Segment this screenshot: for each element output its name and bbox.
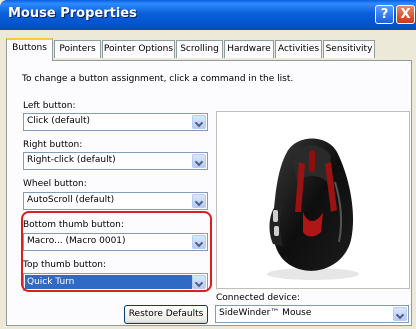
tab-scrolling-label: Scrolling bbox=[180, 44, 219, 54]
tab-sensitivity[interactable]: Sensitivity bbox=[323, 40, 375, 58]
tab-buttons[interactable]: Buttons bbox=[6, 38, 53, 61]
tab-hardware-label: Hardware bbox=[227, 44, 271, 54]
chevron-down-icon[interactable] bbox=[393, 307, 407, 321]
tab-pointer-options-label: Pointer Options bbox=[103, 44, 174, 54]
tab-scrolling[interactable]: Scrolling bbox=[176, 40, 223, 58]
instruction-text: To change a button assignment, click a c… bbox=[22, 74, 294, 84]
tab-activities[interactable]: Activities bbox=[275, 40, 322, 58]
connected-device-label: Connected device: bbox=[216, 293, 300, 303]
tab-pointers-label: Pointers bbox=[59, 44, 96, 54]
window-title: Mouse Properties bbox=[8, 6, 137, 21]
right-button-value: Right-click (default) bbox=[27, 155, 116, 165]
thumb-buttons-highlight bbox=[21, 211, 212, 292]
close-button[interactable]: X bbox=[396, 5, 415, 24]
tab-activities-label: Activities bbox=[277, 44, 320, 54]
tab-hardware[interactable]: Hardware bbox=[224, 40, 274, 58]
restore-defaults-button[interactable]: Restore Defaults bbox=[124, 305, 208, 324]
mouse-properties-window: Mouse Properties ? X Buttons Pointers Po… bbox=[0, 0, 416, 329]
help-button[interactable]: ? bbox=[375, 5, 394, 24]
left-button-value: Click (default) bbox=[27, 116, 90, 126]
tab-buttons-label: Buttons bbox=[12, 43, 47, 53]
wheel-button-label: Wheel button: bbox=[23, 179, 87, 189]
left-button-select[interactable]: Click (default) bbox=[23, 113, 208, 131]
tab-pointer-options[interactable]: Pointer Options bbox=[102, 40, 175, 58]
wheel-button-select[interactable]: AutoScroll (default) bbox=[23, 192, 208, 210]
left-button-label: Left button: bbox=[23, 101, 76, 111]
chevron-down-icon[interactable] bbox=[192, 154, 206, 168]
tab-sensitivity-label: Sensitivity bbox=[325, 44, 373, 54]
mouse-image bbox=[267, 138, 359, 280]
right-button-select[interactable]: Right-click (default) bbox=[23, 152, 208, 170]
chevron-down-icon[interactable] bbox=[192, 115, 206, 129]
connected-device-value: SideWinder™ Mouse bbox=[219, 308, 312, 318]
title-bar[interactable]: Mouse Properties ? X bbox=[0, 0, 416, 30]
connected-device-select[interactable]: SideWinder™ Mouse bbox=[215, 305, 409, 323]
right-button-label: Right button: bbox=[23, 140, 83, 150]
wheel-button-value: AutoScroll (default) bbox=[27, 195, 115, 205]
tab-pointers[interactable]: Pointers bbox=[54, 40, 101, 58]
chevron-down-icon[interactable] bbox=[192, 194, 206, 208]
mouse-image-frame bbox=[216, 111, 410, 289]
